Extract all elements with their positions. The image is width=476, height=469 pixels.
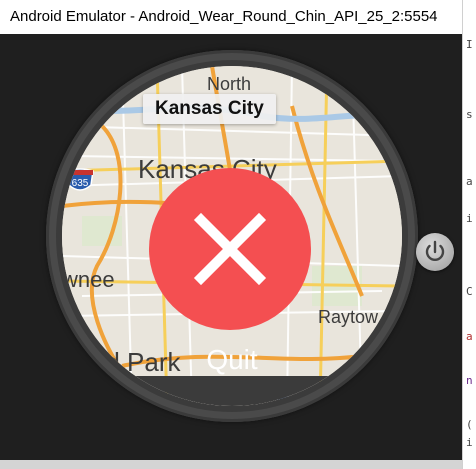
taskbar-strip — [0, 460, 462, 469]
code-char: ( — [466, 418, 473, 431]
quit-label: Quit — [206, 344, 258, 375]
code-char: s — [466, 108, 473, 121]
city-callout: Kansas City — [143, 94, 276, 124]
code-char: n — [466, 374, 473, 387]
watch-screen[interactable]: North Kansas City wnee Raytow rland Park… — [62, 66, 402, 406]
code-char: a — [466, 175, 473, 188]
code-char: I — [466, 38, 473, 51]
background-editor-strip: I s a i C a n ( i — [462, 0, 476, 469]
code-char: i — [466, 212, 473, 225]
map-label-ewnee: wnee — [62, 267, 115, 292]
interstate-635-shield-icon: 635 — [66, 168, 94, 191]
code-char: i — [466, 436, 473, 449]
window-title-bar: Android Emulator - Android_Wear_Round_Ch… — [0, 0, 462, 34]
close-icon — [193, 212, 267, 286]
power-icon — [425, 240, 445, 261]
code-char: C — [466, 285, 473, 298]
watch-bezel: North Kansas City wnee Raytow rland Park… — [46, 50, 418, 422]
shield-635-label: 635 — [72, 178, 89, 189]
window-title: Android Emulator - Android_Wear_Round_Ch… — [10, 8, 438, 25]
code-char: a — [466, 330, 473, 343]
map-label-north: North — [207, 74, 252, 94]
watch-chin — [62, 376, 402, 406]
power-button[interactable] — [416, 233, 454, 271]
map-label-raytown: Raytow — [318, 307, 379, 327]
quit-button[interactable] — [149, 168, 311, 330]
